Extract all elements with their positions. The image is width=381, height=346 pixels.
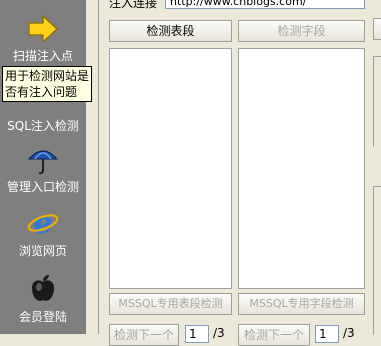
apple-icon <box>26 272 60 306</box>
right-side-frame <box>373 186 381 335</box>
sidebar-item-label: 扫描注入点 <box>12 49 73 63</box>
left-sidebar: 扫描注入点 SQL注入检测 管理入口检测 e 浏览网页 会员登陆 <box>0 0 86 334</box>
sidebar-item-label: 浏览网页 <box>18 244 67 258</box>
divider <box>98 0 99 334</box>
ie-browser-icon: e <box>26 205 60 241</box>
table-page-input[interactable]: 1 <box>185 325 209 343</box>
detect-fields-button[interactable]: 检测字段 <box>238 20 365 42</box>
detect-tables-button[interactable]: 检测表段 <box>109 20 232 42</box>
field-page-total: /3 <box>343 326 355 340</box>
sidebar-item-label: SQL注入检测 <box>7 119 79 133</box>
sidebar-item-member-login[interactable]: 会员登陆 <box>0 272 86 324</box>
tooltip: 用于检测网站是否有注入问题 <box>2 66 92 102</box>
field-page-input[interactable]: 1 <box>315 325 339 343</box>
url-label: 注入连接 <box>109 0 158 10</box>
umbrella-icon <box>26 142 60 176</box>
sidebar-item-label: 会员登陆 <box>18 310 67 324</box>
next-table-button[interactable]: 检测下一个 <box>109 324 179 346</box>
mssql-field-detect-button[interactable]: MSSQL专用字段检测 <box>238 293 365 315</box>
sidebar-item-browse-web[interactable]: e 浏览网页 <box>0 205 86 258</box>
mssql-table-detect-button[interactable]: MSSQL专用表段检测 <box>109 293 232 315</box>
arrow-right-icon <box>26 12 60 46</box>
next-field-button[interactable]: 检测下一个 <box>238 324 310 346</box>
sidebar-item-admin-entry[interactable]: 管理入口检测 <box>0 142 86 194</box>
right-side-button[interactable] <box>373 18 381 40</box>
svg-text:e: e <box>33 206 52 239</box>
table-list[interactable] <box>109 48 232 289</box>
sidebar-item-scan-injection[interactable]: 扫描注入点 <box>0 12 86 63</box>
field-list[interactable] <box>238 48 365 289</box>
sidebar-item-label: 管理入口检测 <box>6 180 79 194</box>
table-page-total: /3 <box>213 326 225 340</box>
url-input[interactable]: http://www.cnblogs.com/ <box>165 0 365 9</box>
right-side-frame <box>373 56 381 147</box>
